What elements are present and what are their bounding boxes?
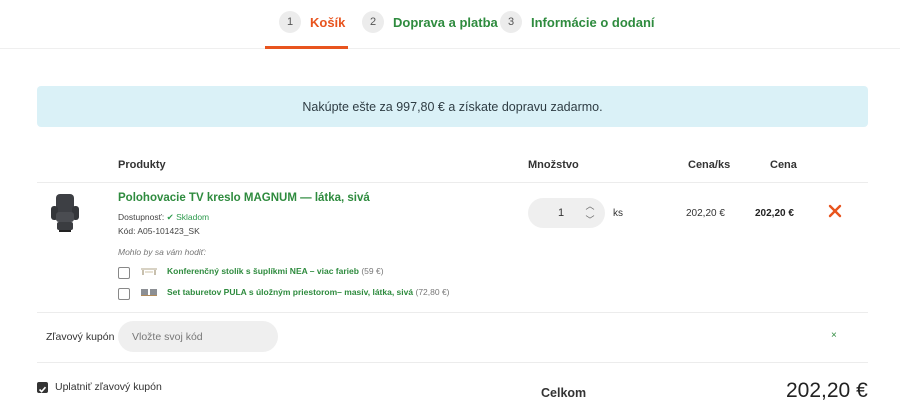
checkmark-icon (38, 386, 47, 393)
suggestions-title: Mohlo by sa vám hodiť: (118, 247, 207, 257)
chevron-down-icon[interactable]: ﹀ (584, 214, 596, 226)
close-icon[interactable]: × (831, 330, 837, 341)
unit-price: 202,20 € (686, 208, 725, 219)
chevron-up-icon[interactable]: ︿ (584, 200, 596, 212)
header-price: Cena (770, 159, 797, 171)
total-label: Celkom (541, 386, 587, 400)
suggestion-checkbox[interactable] (118, 288, 130, 300)
coupon-input[interactable] (118, 321, 278, 352)
step-cart[interactable]: 1 Košík (279, 10, 345, 34)
suggestion-name[interactable]: Konferenčný stolík s šuplíkmi NEA – viac… (167, 266, 359, 276)
suggestion-item[interactable]: Set taburetov PULA s úložným priestorom–… (167, 287, 450, 297)
availability-label: Dostupnosť: (118, 212, 165, 222)
step-label: Informácie o dodaní (531, 14, 655, 30)
divider (37, 362, 868, 363)
check-icon: ✔ (166, 212, 174, 222)
free-shipping-banner: Nakúpte ešte za 997,80 € a získate dopra… (37, 86, 868, 127)
step-label: Doprava a platba (393, 14, 498, 30)
header-products: Produkty (118, 159, 166, 171)
steps-divider (0, 48, 900, 49)
suggestion-item[interactable]: Konferenčný stolík s šuplíkmi NEA – viac… (167, 266, 384, 276)
step-label: Košík (310, 14, 346, 30)
product-image[interactable] (48, 192, 82, 234)
step-shipping-payment[interactable]: 2 Doprava a platba (362, 10, 498, 34)
suggestion-image (141, 289, 157, 296)
availability-value: Skladom (176, 212, 210, 222)
suggestion-checkbox[interactable] (118, 267, 130, 279)
suggestion-image (141, 268, 157, 275)
divider (37, 312, 868, 313)
quantity-unit: ks (613, 208, 623, 219)
free-shipping-text: Nakúpte ešte za 997,80 € a získate dopra… (302, 99, 603, 114)
apply-coupon-label[interactable]: Uplatniť zľavový kupón (55, 381, 162, 393)
product-name[interactable]: Polohovacie TV kreslo MAGNUM — látka, si… (118, 192, 370, 204)
availability: Dostupnosť: ✔ Skladom (118, 212, 209, 223)
step-delivery-info[interactable]: 3 Informácie o dodaní (500, 10, 655, 34)
header-unit-price: Cena/ks (688, 159, 731, 171)
product-code: Kód: A05-101423_SK (118, 226, 200, 236)
step-number: 2 (362, 11, 384, 33)
active-step-indicator (265, 46, 348, 49)
quantity-stepper[interactable]: 1 ︿ ﹀ (528, 198, 605, 228)
step-number: 1 (279, 11, 301, 33)
step-number: 3 (500, 11, 522, 33)
divider (37, 182, 868, 183)
coupon-label: Zľavový kupón (46, 331, 115, 343)
apply-coupon-checkbox[interactable] (37, 382, 48, 393)
suggestion-name[interactable]: Set taburetov PULA s úložným priestorom–… (167, 287, 413, 297)
header-quantity: Množstvo (528, 159, 579, 171)
line-price: 202,20 € (755, 208, 794, 219)
suggestion-price: (59 €) (361, 266, 384, 276)
suggestion-price: (72,80 €) (415, 287, 450, 297)
total-value: 202,20 € (786, 379, 868, 402)
remove-item-icon[interactable] (828, 204, 842, 218)
